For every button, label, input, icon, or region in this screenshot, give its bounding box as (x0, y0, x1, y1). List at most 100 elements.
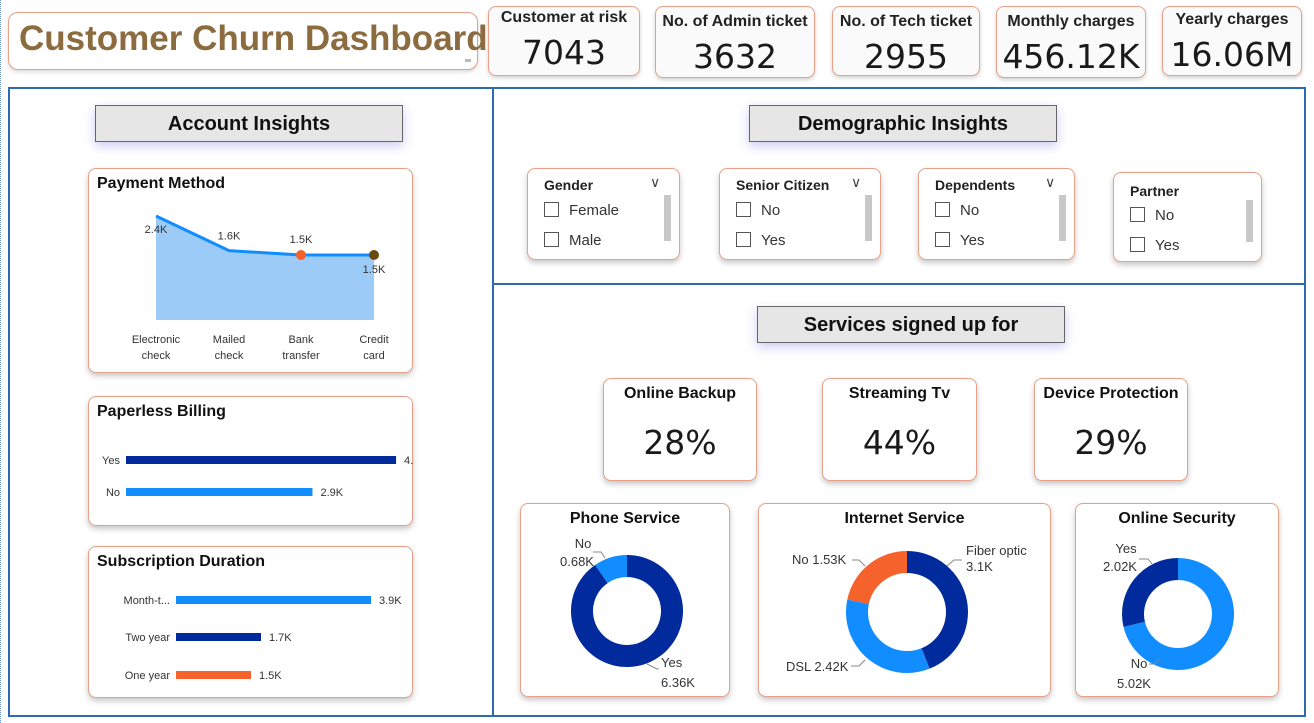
data-label: No (1131, 656, 1148, 671)
data-label: 4.2K (404, 455, 414, 467)
chevron-down-icon[interactable]: ∨ (650, 175, 660, 191)
kpi-label: Monthly charges (1007, 13, 1135, 30)
internet-service-card[interactable]: Internet Service Fiber optic 3.1K DSL 2.42… (758, 503, 1051, 697)
paperless-billing-chart: Yes 4.2K No 2.9K (102, 455, 414, 499)
slicer-option-no[interactable]: No (736, 202, 780, 219)
option-label: Yes (761, 232, 786, 249)
account-insights-header: Account Insights (95, 105, 403, 142)
card-label: Online Backup (623, 385, 737, 402)
checkbox-icon[interactable] (736, 232, 751, 247)
x-tick-label: card (363, 350, 384, 362)
data-label: No 1.53K (792, 552, 847, 567)
paperless-billing-card[interactable]: Paperless Billing Yes4.2KNo2.9K (88, 396, 414, 526)
subscription-duration-card[interactable]: Subscription Duration Month-t... 3.9K Two … (88, 546, 413, 698)
device-protection-card[interactable]: Device Protection 29% (1034, 378, 1188, 481)
gender-slicer[interactable]: Gender ∨ Female Male (527, 168, 680, 260)
checkbox-icon[interactable] (736, 202, 751, 217)
x-tick-label: Electronic (132, 334, 181, 346)
online-backup-card[interactable]: Online Backup 28% (603, 378, 757, 481)
slicer-option-yes[interactable]: Yes (935, 232, 984, 249)
data-label: 5.02K (1117, 676, 1151, 691)
option-label: No (960, 202, 980, 219)
slicer-option-yes[interactable]: Yes (736, 232, 785, 249)
dashboard-title-card: Customer Churn Dashboard (8, 12, 488, 70)
donut-slice (571, 555, 683, 667)
slicer-option-no[interactable]: No (1130, 207, 1174, 224)
card-value: 28% (643, 423, 717, 462)
dashboard-title: Customer Churn Dashboard (19, 19, 488, 58)
checkbox-icon[interactable] (935, 232, 950, 247)
kpi-label: Customer at risk (500, 9, 628, 26)
phone-service-card[interactable]: Phone Service No 0.68K Yes 6.36K (520, 503, 730, 697)
bar (176, 633, 261, 641)
option-label: Yes (1155, 237, 1180, 254)
y-tick-label: Month-t... (124, 595, 170, 607)
data-label: Yes (661, 655, 683, 670)
slicer-option-yes[interactable]: Yes (1130, 237, 1179, 254)
leader-line (852, 559, 866, 567)
slicer-title: Dependents (935, 177, 1016, 193)
bar (176, 671, 251, 679)
slicer-option-male[interactable]: Male (544, 232, 602, 249)
slicer-option-no[interactable]: No (935, 202, 979, 219)
checkbox-icon[interactable] (935, 202, 950, 217)
kpi-card-yearly-charges[interactable]: Yearly charges 16.06M (1162, 6, 1302, 76)
option-label: Yes (960, 232, 985, 249)
x-tick-label: Bank (288, 334, 314, 346)
data-label: 1.5K (363, 264, 386, 276)
checkbox-icon[interactable] (544, 202, 559, 217)
y-tick-label: One year (125, 670, 171, 682)
partner-slicer[interactable]: Partner No Yes (1113, 172, 1262, 262)
card-label: Streaming Tv (848, 385, 951, 402)
kpi-value: 7043 (522, 33, 606, 72)
leader-line (851, 659, 866, 667)
chevron-down-icon[interactable]: ∨ (1045, 175, 1055, 191)
data-label: Fiber optic (966, 543, 1027, 558)
data-label: 0.68K (560, 554, 594, 569)
data-label: 2.9K (320, 487, 343, 499)
slicer-title: Partner (1130, 183, 1180, 199)
slicer-scrollbar[interactable] (865, 195, 872, 241)
kpi-card-customer-at-risk[interactable]: Customer at risk 7043 (488, 6, 640, 76)
chevron-down-icon[interactable]: ∨ (851, 175, 861, 191)
online-security-card[interactable]: Online Security Yes 2.02K No 5.02K (1075, 503, 1279, 697)
kpi-card-admin-ticket[interactable]: No. of Admin ticket 3632 (655, 6, 815, 78)
leader-line (646, 663, 659, 670)
kpi-card-tech-ticket[interactable]: No. of Tech ticket 2955 (832, 6, 980, 76)
option-label: No (1155, 207, 1175, 224)
checkbox-icon[interactable] (544, 232, 559, 247)
slicer-option-female[interactable]: Female (544, 202, 619, 219)
kpi-value: 16.06M (1170, 35, 1294, 74)
checkbox-icon[interactable] (1130, 207, 1145, 222)
demographic-insights-header: Demographic Insights (749, 105, 1057, 142)
phone-service-chart: No 0.68K Yes 6.36K (560, 536, 695, 690)
dependents-slicer[interactable]: Dependents ∨ No Yes (918, 168, 1075, 260)
x-tick-label: transfer (282, 350, 320, 362)
bar (176, 596, 371, 604)
slicer-scrollbar[interactable] (1246, 200, 1253, 242)
card-value: 29% (1074, 423, 1148, 462)
payment-method-card[interactable]: Payment Method 2.4K 1.6K 1.5K 1.5K Electroni… (88, 168, 413, 373)
slicer-scrollbar[interactable] (1059, 195, 1066, 241)
data-label: DSL 2.42K (786, 659, 849, 674)
data-label: 3.1K (966, 559, 993, 574)
card-label: Device Protection (1043, 385, 1179, 402)
slicer-scrollbar[interactable] (664, 195, 671, 241)
title-underscore (465, 59, 471, 62)
streaming-tv-card[interactable]: Streaming Tv 44% (822, 378, 977, 481)
x-tick-label: check (142, 350, 171, 362)
bar (126, 456, 397, 464)
y-tick-label: No (106, 487, 120, 499)
bar (126, 488, 313, 496)
data-label: 1.6K (218, 231, 241, 243)
checkbox-icon[interactable] (1130, 237, 1145, 252)
slicer-title: Gender (544, 177, 594, 193)
kpi-value: 456.12K (1002, 37, 1140, 76)
x-tick-label: check (215, 350, 244, 362)
slicer-title: Senior Citizen (736, 177, 830, 193)
data-label: 1.5K (290, 234, 313, 246)
senior-citizen-slicer[interactable]: Senior Citizen ∨ No Yes (719, 168, 881, 260)
kpi-value: 3632 (693, 37, 777, 76)
data-label: Yes (1115, 541, 1137, 556)
kpi-card-monthly-charges[interactable]: Monthly charges 456.12K (996, 6, 1146, 78)
